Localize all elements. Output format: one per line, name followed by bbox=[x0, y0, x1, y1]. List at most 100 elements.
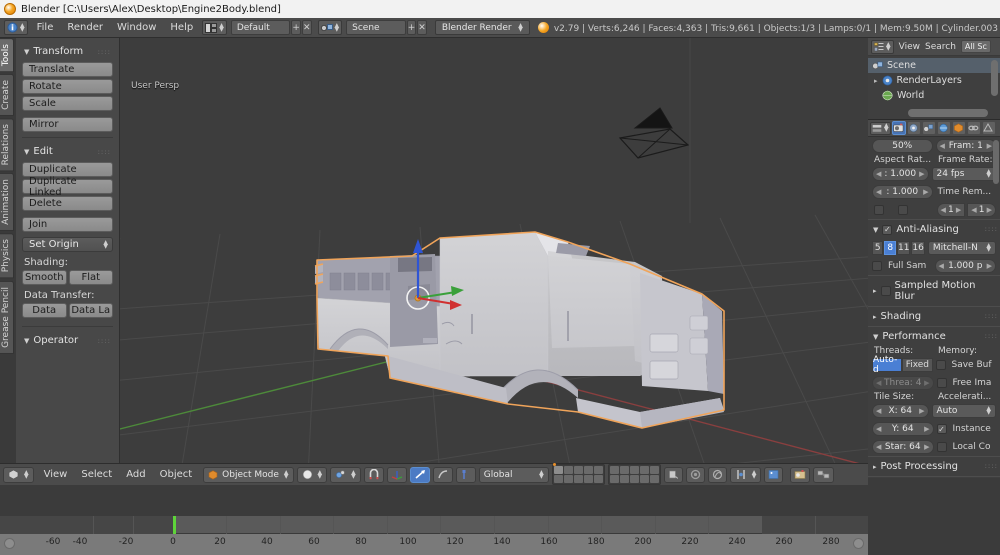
free-images-checkbox[interactable] bbox=[936, 378, 947, 388]
properties-tab-scene[interactable] bbox=[921, 121, 936, 135]
snap-toggle-button[interactable] bbox=[363, 466, 384, 483]
motion-blur-expand-icon[interactable]: ▸ bbox=[873, 287, 877, 295]
scale-button[interactable]: Scale bbox=[22, 96, 113, 111]
tile-x-field[interactable]: ◀ X: 64 ▶ bbox=[872, 404, 929, 418]
menu-render[interactable]: Render bbox=[60, 19, 110, 37]
properties-tab-render[interactable] bbox=[891, 121, 906, 135]
viewport-menu-view[interactable]: View bbox=[37, 469, 75, 480]
set-origin-dropdown[interactable]: Set Origin ▲ ▼ bbox=[22, 237, 113, 252]
chevron-left-icon[interactable]: ◀ bbox=[876, 407, 881, 415]
chevron-right-icon[interactable]: ▶ bbox=[924, 443, 929, 451]
edit-panel-header[interactable]: ▼ Edit :::: bbox=[22, 143, 113, 162]
properties-spinner[interactable]: ▲ ▼ bbox=[884, 123, 889, 133]
properties-editor-type-selector[interactable]: ▲ ▼ bbox=[870, 121, 891, 135]
frame-field[interactable]: ◀ Fram: 1 ▶ bbox=[935, 139, 996, 153]
3d-viewport[interactable]: Z Y X User Persp (1) Cylinder003 ▼ Trans… bbox=[0, 38, 868, 463]
pivot-center-spinner[interactable]: ▲ ▼ bbox=[752, 469, 757, 479]
menu-file[interactable]: File bbox=[30, 19, 61, 37]
add-scene-button[interactable]: + bbox=[406, 20, 417, 35]
rotate-manipulator-toggle[interactable] bbox=[409, 466, 430, 483]
filter-spinner[interactable]: ▲ ▼ bbox=[986, 243, 991, 253]
expand-icon[interactable]: ▸ bbox=[874, 77, 878, 85]
instances-checkbox[interactable]: ✓ bbox=[936, 424, 947, 434]
outliner-menu-view[interactable]: View bbox=[899, 42, 920, 52]
chevron-left-icon[interactable]: ◀ bbox=[939, 262, 944, 270]
menu-window[interactable]: Window bbox=[110, 19, 163, 37]
scene-selector[interactable]: ▲ ▼ bbox=[317, 20, 343, 35]
properties-scrollbar[interactable] bbox=[993, 140, 999, 184]
sidebar-tab-animation[interactable]: Animation bbox=[0, 173, 14, 232]
timeline-scrollbar-right-handle[interactable] bbox=[853, 538, 864, 549]
timeline-track[interactable] bbox=[0, 516, 868, 534]
shade-smooth-button[interactable]: Smooth bbox=[22, 270, 67, 285]
scene-layers-bottom[interactable] bbox=[607, 464, 661, 485]
save-buffers-checkbox[interactable] bbox=[935, 360, 946, 370]
set-origin-spinner[interactable]: ▲ ▼ bbox=[103, 239, 108, 249]
chevron-right-icon[interactable]: ▶ bbox=[919, 407, 924, 415]
translate-button[interactable]: Translate bbox=[22, 62, 113, 77]
chevron-left-icon[interactable]: ◀ bbox=[941, 206, 946, 214]
chevron-left-icon[interactable]: ◀ bbox=[876, 443, 881, 451]
menu-help[interactable]: Help bbox=[163, 19, 200, 37]
delete-button[interactable]: Delete bbox=[22, 196, 113, 211]
scale-manipulator-toggle[interactable] bbox=[432, 466, 453, 483]
time-remap-old-field[interactable]: ◀ 1 ▶ bbox=[936, 203, 966, 217]
frame-rate-spinner[interactable]: ▲ ▼ bbox=[986, 169, 991, 179]
timeline-ruler[interactable]: -60 -40 -20 0 20 40 60 80 100 120 140 16… bbox=[0, 534, 868, 555]
performance-section-header[interactable]: ▼ Performance :::: bbox=[868, 326, 1000, 346]
outliner-vertical-scrollbar[interactable] bbox=[991, 60, 998, 96]
post-processing-header[interactable]: ▸ Post Processing :::: bbox=[868, 456, 1000, 476]
lock-object-button[interactable] bbox=[663, 466, 683, 483]
transform-panel-header[interactable]: ▼ Transform :::: bbox=[22, 43, 113, 62]
pivot-center-selector[interactable]: ▲ ▼ bbox=[729, 466, 762, 483]
fire-engine-body-mesh[interactable] bbox=[290, 216, 740, 463]
proportional-edit-button[interactable] bbox=[707, 466, 727, 483]
aspect-y-field[interactable]: ◀ : 1.000 ▶ bbox=[872, 185, 933, 199]
transform-manipulator-widget[interactable] bbox=[398, 234, 478, 314]
scene-spinner[interactable]: ▲ ▼ bbox=[335, 22, 340, 32]
engine-spinner[interactable]: ▲ ▼ bbox=[518, 22, 523, 32]
chevron-left-icon[interactable]: ◀ bbox=[971, 206, 976, 214]
screen-layout-field[interactable]: Default bbox=[230, 20, 291, 35]
outliner-spinner[interactable]: ▲ ▼ bbox=[886, 41, 891, 51]
delete-scene-button[interactable]: ✕ bbox=[417, 20, 427, 35]
sidebar-tab-physics[interactable]: Physics bbox=[0, 233, 14, 279]
outliner-item-scene[interactable]: Scene bbox=[868, 58, 1000, 73]
viewport-menu-add[interactable]: Add bbox=[119, 469, 152, 480]
properties-editor[interactable]: ▲ ▼ 50% ◀ Fram: 1 ▶ Aspect Rat... Frame … bbox=[868, 120, 1000, 478]
antialiasing-filter-dropdown[interactable]: Mitchell-N ▲ ▼ bbox=[927, 241, 996, 255]
outliner-item-renderlayers[interactable]: ▸ RenderLayers bbox=[868, 73, 1000, 88]
add-layout-button[interactable]: + bbox=[291, 20, 301, 35]
editor-type-spinner[interactable]: ▲ ▼ bbox=[20, 22, 25, 32]
scene-layers-group[interactable] bbox=[551, 463, 664, 485]
crop-checkbox[interactable] bbox=[898, 205, 908, 215]
timeline-scrollbar-left-handle[interactable] bbox=[4, 538, 15, 549]
viewport-editor-spinner[interactable]: ▲ ▼ bbox=[24, 469, 29, 479]
motion-blur-enable-checkbox[interactable] bbox=[880, 286, 891, 296]
mode-spinner[interactable]: ▲ ▼ bbox=[284, 469, 289, 479]
shading-expand-icon[interactable]: ▸ bbox=[873, 313, 877, 321]
scene-field[interactable]: Scene bbox=[346, 20, 406, 35]
local-coords-checkbox[interactable] bbox=[936, 442, 947, 452]
orientation-spinner[interactable]: ▲ ▼ bbox=[539, 469, 544, 479]
properties-tab-modifiers[interactable] bbox=[981, 121, 996, 135]
data-transfer-button[interactable]: Data bbox=[22, 303, 67, 318]
render-scene-button[interactable] bbox=[790, 466, 811, 483]
layout-spinner[interactable]: ▲ ▼ bbox=[219, 22, 224, 32]
chevron-left-icon[interactable]: ◀ bbox=[940, 142, 945, 150]
tile-y-field[interactable]: ◀ Y: 64 ▶ bbox=[872, 422, 934, 436]
editor-type-selector[interactable]: ▲ ▼ bbox=[4, 20, 28, 35]
start-resolution-field[interactable]: ◀ Star: 64 ▶ bbox=[872, 440, 934, 454]
outliner-editor[interactable]: ▲ ▼ View Search All Sc Scene ▸ RenderLay… bbox=[868, 38, 1000, 120]
threads-mode-auto[interactable]: Auto-d bbox=[872, 355, 903, 375]
antialiasing-enable-checkbox[interactable]: ✓ bbox=[882, 224, 893, 235]
screen-layout-selector[interactable]: ▲ ▼ bbox=[202, 20, 227, 35]
chevron-left-icon[interactable]: ◀ bbox=[876, 188, 881, 196]
chevron-right-icon[interactable]: ▶ bbox=[924, 425, 929, 433]
properties-tab-render-layers[interactable] bbox=[906, 121, 921, 135]
time-remap-new-field[interactable]: ◀ 1 ▶ bbox=[967, 203, 996, 217]
sampled-motion-blur-header[interactable]: ▸ Sampled Motion Blur bbox=[868, 275, 1000, 306]
node-editor-button[interactable] bbox=[813, 466, 835, 483]
translate-manipulator-toggle[interactable] bbox=[386, 466, 407, 483]
aspect-x-field[interactable]: ◀ : 1.000 ▶ bbox=[872, 167, 929, 181]
